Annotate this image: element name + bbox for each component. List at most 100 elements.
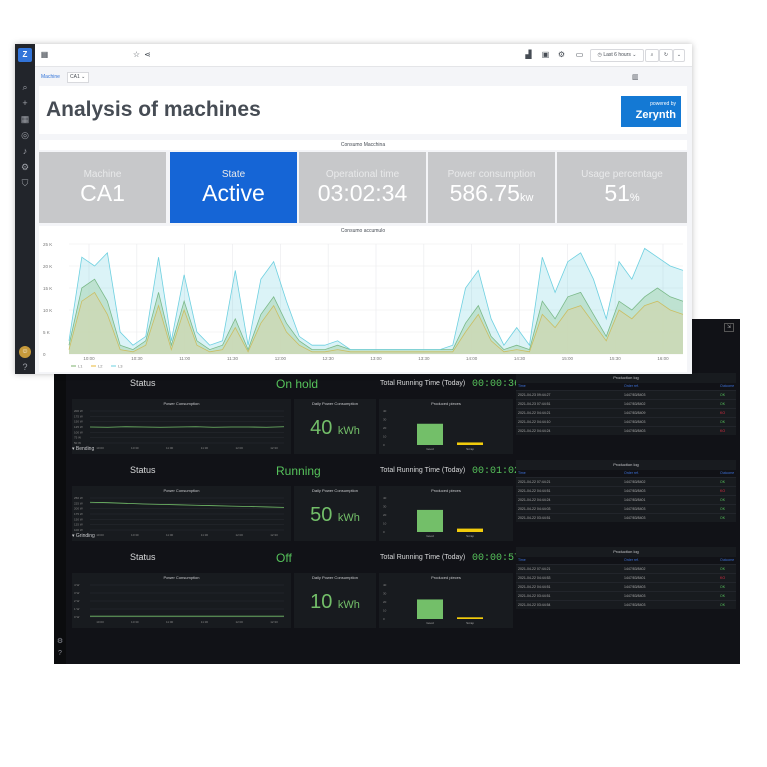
status-value: Running	[276, 464, 321, 478]
table-row[interactable]: 2021-04-22 03:44:54 1447/83/8403 OK	[516, 600, 736, 609]
daily-power-panel: Daily Power Consumption 10 kWh	[294, 573, 376, 628]
column-header[interactable]: Outcome	[720, 384, 734, 388]
save-icon[interactable]: ▣	[540, 50, 551, 60]
table-row[interactable]: 2021-04-22 07:44:21 1447/83/8402 OK	[516, 477, 736, 486]
column-header[interactable]: Time	[518, 471, 526, 475]
status-value: Off	[276, 551, 292, 565]
table-cell: OK	[720, 402, 726, 406]
time-range-picker[interactable]: ◷ Last 6 hours ⌄	[590, 49, 644, 62]
bar-scrap[interactable]	[457, 617, 483, 619]
bar-good[interactable]	[417, 599, 443, 619]
table-cell: 1447/83/8401	[624, 576, 646, 580]
table-cell: 1447/83/8402	[624, 480, 646, 484]
bar-good[interactable]	[417, 509, 443, 532]
table-row[interactable]: 2021-04-22 07:44:21 1447/83/8402 OK	[516, 564, 736, 573]
table-cell: 1447/83/8403	[624, 516, 646, 520]
table-row[interactable]: 2021-04-22 04:44:51 1447/83/8403 KO	[516, 486, 736, 495]
y-tick-label: 200 W	[74, 507, 83, 511]
bar-good[interactable]	[417, 423, 443, 445]
y-tick-label: 25 K	[43, 242, 52, 247]
tv-mode-icon[interactable]: ▭	[574, 50, 585, 60]
daily-power-panel: Daily Power Consumption 40 kWh	[294, 399, 376, 454]
panel-title: Daily Power Consumption	[311, 575, 359, 580]
gear-icon[interactable]: ⚙	[19, 161, 31, 173]
column-header[interactable]: Order ref.	[624, 384, 639, 388]
table-cell: 1447/83/8403	[624, 393, 646, 397]
table-row[interactable]: 2021-04-22 03:44:51 1447/83/8403 OK	[516, 513, 736, 522]
table-row[interactable]: 2021-04-22 04:44:21 1447/83/8409 KO	[516, 408, 736, 417]
column-header[interactable]: Order ref.	[624, 558, 639, 562]
stat-label: State	[221, 169, 246, 180]
column-header[interactable]: Outcome	[720, 471, 734, 475]
column-header[interactable]: Outcome	[720, 558, 734, 562]
table-row[interactable]: 2021-04-22 04:44:24 1447/83/8403 KO	[516, 426, 736, 435]
table-cell: 1447/83/8401	[624, 498, 646, 502]
share-icon[interactable]: ⋖	[142, 50, 153, 60]
table-row[interactable]: 2021-04-22 03:44:51 1447/83/8403 OK	[516, 591, 736, 600]
avatar[interactable]: ☺	[19, 346, 31, 358]
pieces-bar-chart[interactable]: 40 30 20 10 0 Good Scrap	[379, 486, 513, 541]
table-row[interactable]: 2021-04-22 04:44:24 1447/83/8401 OK	[516, 495, 736, 504]
bar-scrap[interactable]	[457, 442, 483, 445]
help-icon[interactable]: ?	[56, 650, 64, 658]
zoom-out-button[interactable]: ⌕	[645, 49, 659, 62]
power-consumption-panel: Power Consumption 200 W 175 W 150 W 125 W 100…	[72, 399, 291, 454]
daily-power-panel: Daily Power Consumption 50 kWh	[294, 486, 376, 541]
y-tick-label: 2 W	[74, 599, 80, 603]
column-header[interactable]: Time	[518, 384, 526, 388]
column-header[interactable]: Time	[518, 558, 526, 562]
legend-label[interactable]: L3	[118, 364, 123, 369]
power-line-chart[interactable]: 4 W 3 W 2 W 1 W 0 W 10:00 10:30 11:00 11:30 12:00…	[72, 573, 291, 628]
legend-label[interactable]: L1	[78, 364, 83, 369]
plus-icon[interactable]: +	[19, 97, 31, 109]
power-line-chart[interactable]: 200 W175 W 150 W125 W100 W 75 W50 W 10:00 10…	[72, 399, 291, 454]
refresh-button[interactable]: ↻	[659, 49, 673, 62]
table-row[interactable]: 2021-04-22 04:44:53 1447/83/8401 KO	[516, 573, 736, 582]
table-cell: KO	[720, 411, 726, 415]
settings-icon[interactable]: ⚙	[556, 50, 567, 60]
help-icon[interactable]: ?	[19, 361, 31, 373]
variables-row: Machine CA1 ⌄ ▥	[35, 66, 692, 86]
kwh-unit: kWh	[337, 599, 360, 611]
settings-icon[interactable]: ▥	[632, 73, 639, 81]
column-header[interactable]: Order ref.	[624, 471, 639, 475]
category-label: Good	[426, 447, 434, 451]
explore-icon[interactable]: ◎	[19, 129, 31, 141]
status-label: Status	[130, 378, 156, 388]
power-line-chart[interactable]: 250 W225 W 200 W175 W150 W 125 W100 W 10:00…	[72, 486, 291, 541]
section-title[interactable]: ▾ Grinding	[72, 533, 95, 539]
bar-scrap[interactable]	[457, 528, 483, 532]
table-row[interactable]: 2021-04-22 04:44:03 1447/83/8403 OK	[516, 504, 736, 513]
consumption-chart[interactable]: 25 K 20 K 15 K 10 K 5 K 0 10:00 10:30 11:00 11:30…	[39, 226, 687, 372]
bell-icon[interactable]: ♪	[19, 145, 31, 157]
collapse-icon[interactable]: ⇲	[724, 323, 734, 332]
table-row[interactable]: 2021-04-22 04:44:10 1447/83/8403 OK	[516, 417, 736, 426]
pieces-bar-chart[interactable]: 40 30 20 10 0 Good Scrap	[379, 573, 513, 628]
search-icon[interactable]: ⌕	[19, 81, 31, 93]
app-logo-icon[interactable]: Z	[18, 48, 32, 62]
machine-select[interactable]: CA1 ⌄	[67, 72, 89, 83]
star-icon[interactable]: ☆	[131, 50, 142, 60]
x-tick-label: 10:30	[131, 446, 139, 450]
add-panel-icon[interactable]: ▟	[523, 50, 534, 60]
table-row[interactable]: 2021-04-23 07:44:51 1447/83/8402 OK	[516, 399, 736, 408]
refresh-interval-dropdown[interactable]: ⌄	[673, 49, 685, 62]
x-tick-label: 10:30	[131, 356, 143, 361]
section-title[interactable]: ▾ Bending	[72, 446, 94, 452]
running-time-label: Total Running Time (Today)	[380, 467, 466, 474]
y-tick-label: 175 W	[74, 414, 83, 418]
dashboards-icon[interactable]: ▦	[19, 113, 31, 125]
x-tick-label: 10:30	[131, 533, 139, 537]
gear-icon[interactable]: ⚙	[56, 638, 64, 646]
legend-label[interactable]: L2	[98, 364, 103, 369]
apps-icon[interactable]: ▦	[39, 50, 50, 60]
shield-icon[interactable]: ⛉	[19, 177, 31, 189]
x-tick-label: 11:30	[201, 620, 209, 624]
y-tick-label: 100 W	[74, 430, 83, 434]
pieces-bar-chart[interactable]: 40 30 20 10 0 Good Scrap	[379, 399, 513, 454]
x-tick-label: 10:00	[96, 446, 104, 450]
table-row[interactable]: 2021-04-23 09:44:27 1447/83/8403 OK	[516, 390, 736, 399]
table-cell: 2021-04-22 04:44:53	[518, 576, 551, 580]
table-row[interactable]: 2021-04-22 04:44:51 1447/83/8403 OK	[516, 582, 736, 591]
table-cell: 2021-04-22 07:44:21	[518, 567, 551, 571]
